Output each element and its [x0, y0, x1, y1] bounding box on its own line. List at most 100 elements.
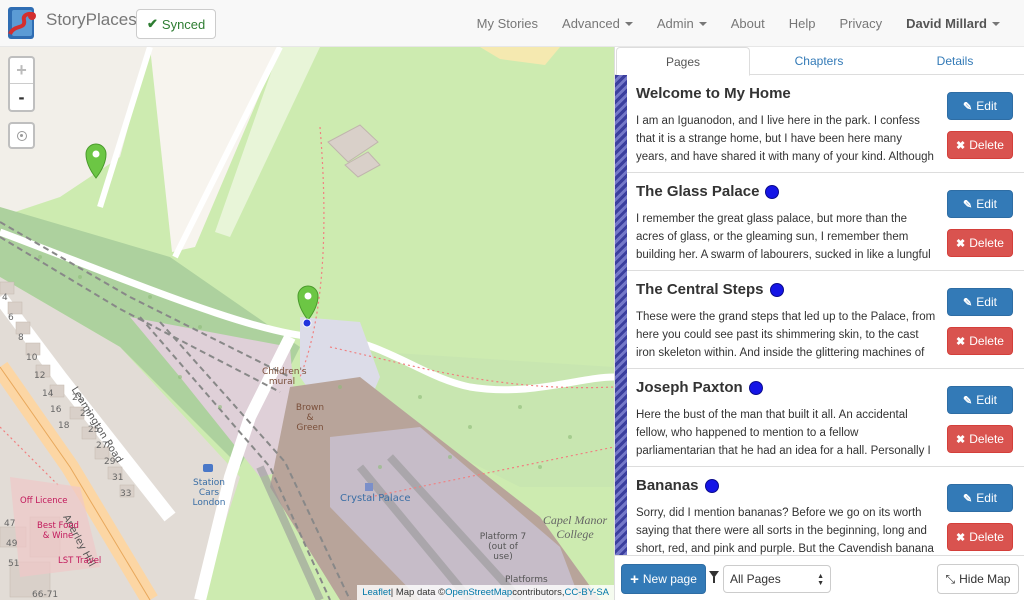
pencil-icon: ✎: [963, 394, 973, 407]
page-list[interactable]: Welcome to My Home I am an Iguanodon, an…: [615, 75, 1024, 555]
delete-button[interactable]: ✖ Delete: [947, 229, 1013, 257]
house-number: 6: [8, 313, 14, 323]
close-icon: ✖: [956, 433, 966, 446]
panel-footer: + New page All Pages ▲ ▼ ⤡ Hide Map: [615, 555, 1024, 600]
delete-button[interactable]: ✖ Delete: [947, 425, 1013, 453]
house-number: 8: [18, 333, 24, 343]
nav-user-label: David Millard: [906, 16, 987, 31]
house-number: 25: [88, 425, 100, 435]
delete-label: Delete: [969, 530, 1004, 544]
nav-advanced-dropdown[interactable]: Advanced: [550, 16, 645, 31]
map-label-platform7: Platform 7 (out of use): [479, 532, 527, 562]
edit-button[interactable]: ✎ Edit: [947, 92, 1013, 120]
map-tiles: [0, 47, 614, 600]
house-number: 33: [120, 489, 132, 499]
nav-help[interactable]: Help: [777, 16, 828, 31]
page-title-text: Joseph Paxton: [636, 379, 743, 396]
map-view[interactable]: Leamington Road Children's mural Brown &…: [0, 47, 614, 600]
edit-label: Edit: [976, 393, 997, 407]
page-title: Welcome to My Home: [636, 85, 791, 102]
synced-label: Synced: [161, 16, 206, 32]
page-title: Bananas: [636, 477, 719, 494]
map-label-crystal-palace: Crystal Palace: [340, 493, 411, 504]
nav-admin-label: Admin: [656, 16, 694, 31]
location-dot-icon: [765, 184, 780, 199]
nav-menu: My Stories Advanced Admin About Help Pri…: [465, 0, 1024, 47]
caret-down-icon: [624, 21, 633, 26]
map-attribution: Leaflet | Map data © OpenStreetMap contr…: [357, 585, 614, 600]
page-item[interactable]: Bananas Sorry, did I mention bananas? Be…: [627, 467, 1024, 555]
nav-user-dropdown[interactable]: David Millard: [894, 16, 1024, 31]
edit-button[interactable]: ✎ Edit: [947, 288, 1013, 316]
nav-my-stories[interactable]: My Stories: [465, 16, 550, 31]
pencil-icon: ✎: [963, 296, 973, 309]
brand-name: StoryPlaces: [46, 10, 137, 29]
map-label-lst-travel: LST Travel: [58, 556, 102, 566]
delete-button[interactable]: ✖ Delete: [947, 523, 1013, 551]
nav-advanced-label: Advanced: [562, 16, 620, 31]
house-number: 21: [72, 393, 84, 403]
house-number: 10: [26, 353, 38, 363]
delete-label: Delete: [969, 138, 1004, 152]
map-label-off-licence: Off Licence: [20, 496, 68, 506]
map-label-best-food: Best Food & Wine: [37, 521, 79, 541]
location-dot-icon: [704, 478, 719, 493]
chapter-stripe: [615, 75, 627, 555]
select-arrows-icon: ▲ ▼: [817, 573, 824, 587]
edit-button[interactable]: ✎ Edit: [947, 190, 1013, 218]
page-item[interactable]: Joseph Paxton Here the bust of the man t…: [627, 369, 1024, 467]
edit-button[interactable]: ✎ Edit: [947, 484, 1013, 512]
tab-chapters[interactable]: Chapters: [752, 47, 886, 75]
house-number: 14: [42, 389, 54, 399]
locate-button[interactable]: [8, 122, 35, 149]
page-filter-select[interactable]: All Pages ▲ ▼: [723, 565, 831, 593]
close-icon: ✖: [956, 531, 966, 544]
license-link[interactable]: CC-BY-SA: [564, 587, 609, 598]
delete-label: Delete: [969, 236, 1004, 250]
new-page-button[interactable]: + New page: [621, 564, 706, 594]
close-icon: ✖: [956, 335, 966, 348]
edit-label: Edit: [976, 197, 997, 211]
house-number: 23: [80, 409, 92, 419]
caret-down-icon: [698, 21, 707, 26]
house-number: 49: [6, 539, 18, 549]
synced-button[interactable]: ✔ Synced: [136, 9, 217, 39]
zoom-in-button[interactable]: +: [10, 58, 33, 84]
check-icon: ✔: [147, 16, 158, 31]
attribution-sep: | Map data ©: [390, 587, 446, 598]
collapse-arrows-icon: ⤡: [945, 571, 956, 586]
page-item[interactable]: Welcome to My Home I am an Iguanodon, an…: [627, 75, 1024, 173]
hide-map-button[interactable]: ⤡ Hide Map: [937, 564, 1019, 594]
map-label-capel-manor: Capel Manor College: [542, 513, 608, 541]
osm-link[interactable]: OpenStreetMap: [445, 587, 512, 598]
nav-about-label: About: [730, 16, 765, 31]
edit-label: Edit: [976, 99, 997, 113]
plus-icon: +: [630, 570, 639, 588]
page-item[interactable]: The Central Steps These were the grand s…: [627, 271, 1024, 369]
tab-details[interactable]: Details: [888, 47, 1022, 75]
map-label-platforms: Platforms: [505, 575, 548, 585]
hide-map-label: Hide Map: [959, 572, 1011, 586]
leaflet-link[interactable]: Leaflet: [362, 587, 391, 598]
nav-admin-dropdown[interactable]: Admin: [645, 16, 719, 31]
tab-pages[interactable]: Pages: [616, 47, 750, 76]
edit-button[interactable]: ✎ Edit: [947, 386, 1013, 414]
delete-button[interactable]: ✖ Delete: [947, 131, 1013, 159]
page-title: Joseph Paxton: [636, 379, 763, 396]
brand[interactable]: StoryPlaces: [4, 4, 137, 42]
nav-privacy[interactable]: Privacy: [827, 16, 894, 31]
house-number: 66-71: [32, 590, 59, 600]
zoom-out-button[interactable]: -: [10, 84, 33, 110]
pencil-icon: ✎: [963, 492, 973, 505]
delete-button[interactable]: ✖ Delete: [947, 327, 1013, 355]
house-number: 16: [50, 405, 62, 415]
page-filter-value: All Pages: [730, 572, 781, 586]
house-number: 31: [112, 473, 124, 483]
close-icon: ✖: [956, 139, 966, 152]
page-item[interactable]: The Glass Palace I remember the great gl…: [627, 173, 1024, 271]
house-number: 51: [8, 559, 20, 569]
page-title-text: The Glass Palace: [636, 183, 760, 200]
house-number: 12: [34, 371, 46, 381]
page-title: The Glass Palace: [636, 183, 780, 200]
nav-about[interactable]: About: [719, 16, 777, 31]
